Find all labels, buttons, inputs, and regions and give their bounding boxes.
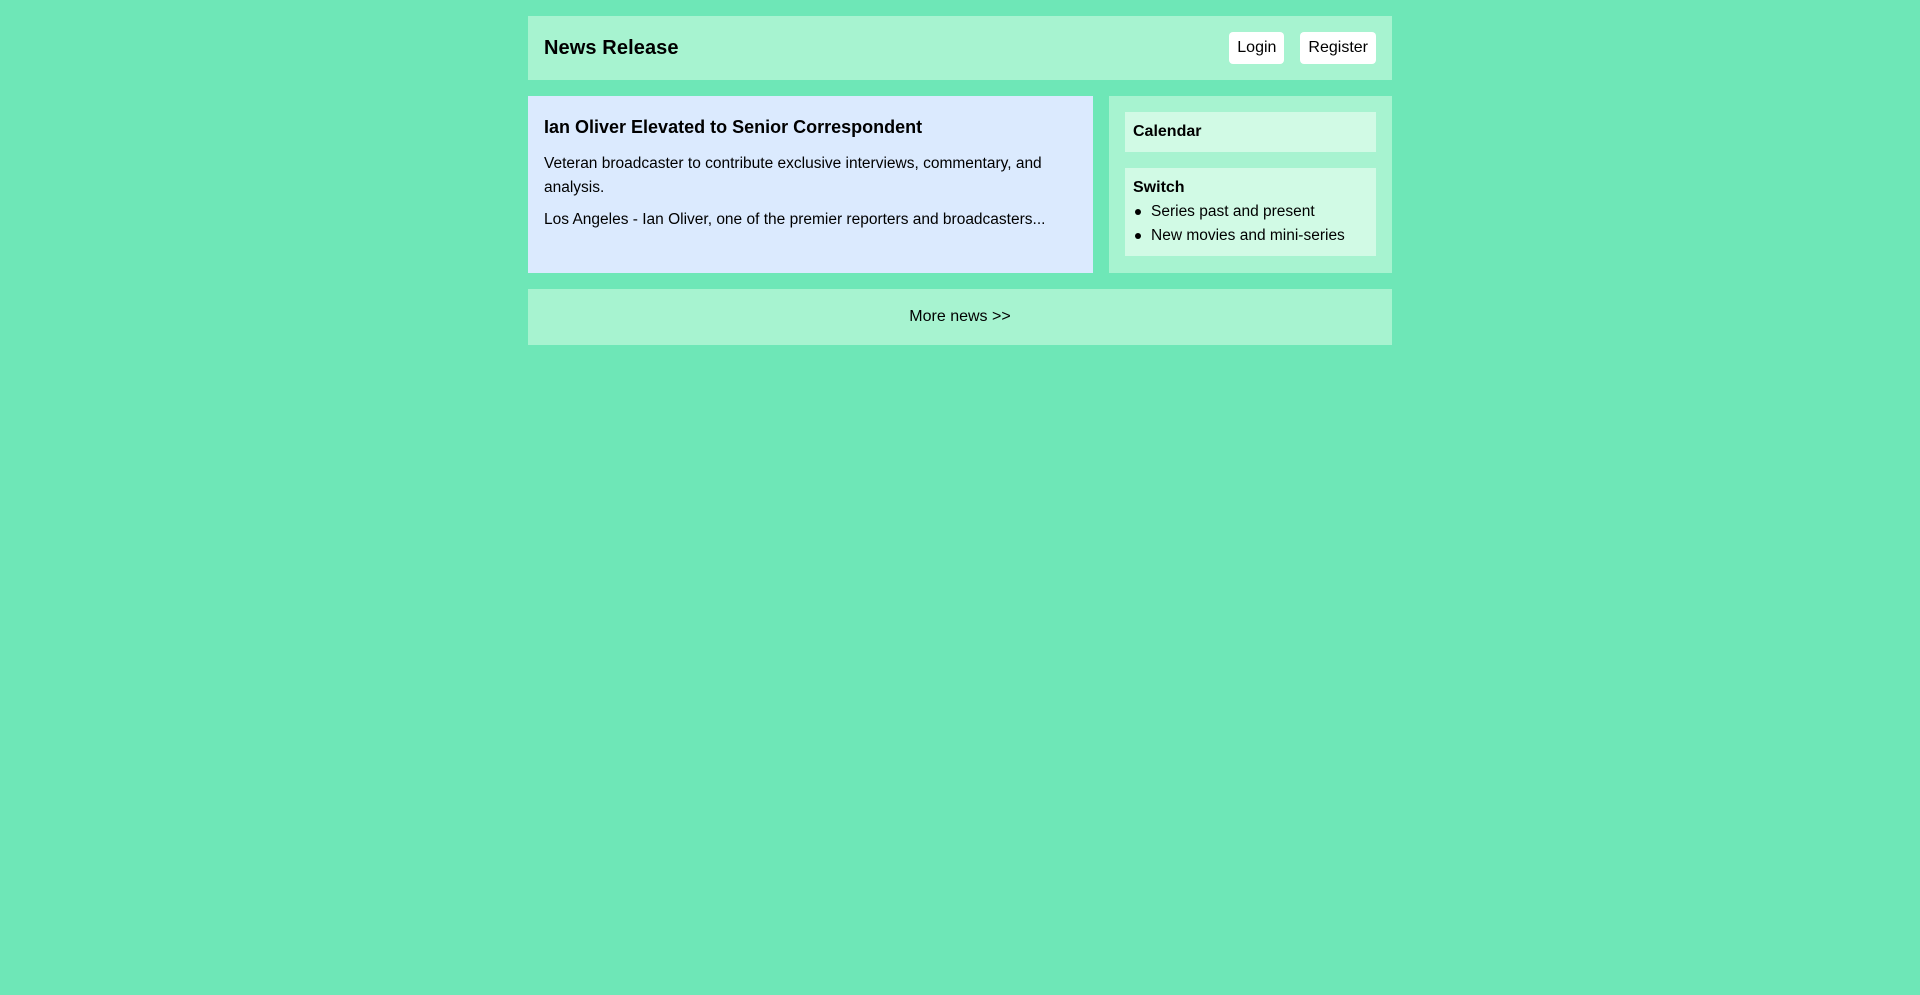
calendar-widget: Calendar: [1125, 112, 1376, 152]
more-news-link[interactable]: More news >>: [528, 289, 1392, 345]
switch-item-label: New movies and mini-series: [1151, 227, 1345, 244]
calendar-title[interactable]: Calendar: [1133, 120, 1368, 144]
register-button[interactable]: Register: [1300, 32, 1376, 64]
switch-list-item[interactable]: Series past and present: [1133, 200, 1368, 224]
site-title: News Release: [544, 36, 679, 59]
switch-list-item[interactable]: New movies and mini-series: [1133, 224, 1368, 248]
article-title[interactable]: Ian Oliver Elevated to Senior Correspond…: [544, 116, 1077, 138]
switch-widget: Switch Series past and present New movie…: [1125, 168, 1376, 256]
bullet-icon: [1135, 233, 1141, 239]
sidebar: Calendar Switch Series past and present …: [1109, 96, 1392, 273]
switch-list: Series past and present New movies and m…: [1133, 200, 1368, 248]
login-button[interactable]: Login: [1229, 32, 1285, 64]
switch-title: Switch: [1133, 179, 1185, 196]
content-row: Ian Oliver Elevated to Senior Correspond…: [528, 96, 1392, 273]
bullet-icon: [1135, 209, 1141, 215]
news-article: Ian Oliver Elevated to Senior Correspond…: [528, 96, 1093, 273]
page-container: News Release Login Register Ian Oliver E…: [528, 16, 1392, 345]
site-header: News Release Login Register: [528, 16, 1392, 80]
article-subtitle: Veteran broadcaster to contribute exclus…: [544, 155, 1042, 196]
auth-buttons: Login Register: [1229, 32, 1376, 64]
switch-item-label: Series past and present: [1151, 203, 1315, 220]
article-excerpt: Los Angeles - Ian Oliver, one of the pre…: [544, 211, 1046, 228]
